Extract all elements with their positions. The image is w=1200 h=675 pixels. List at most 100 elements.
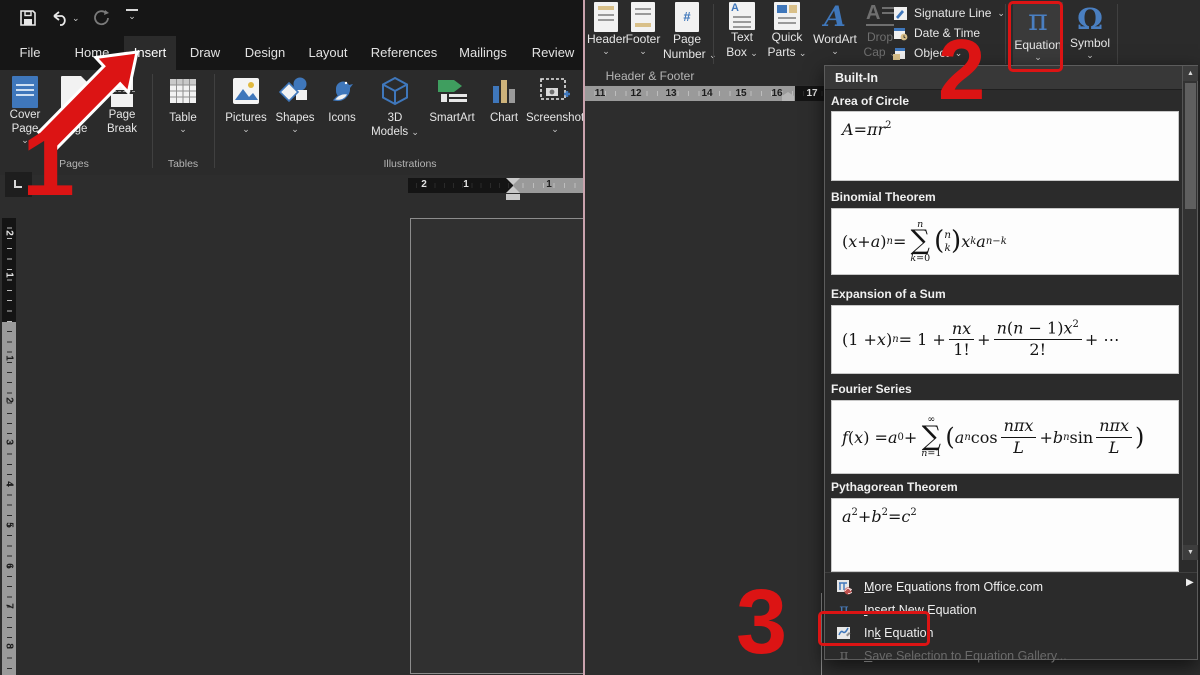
gallery-item-name: Expansion of a Sum <box>831 287 946 301</box>
tables-group-label: Tables <box>155 158 211 170</box>
smartart-icon <box>435 76 469 106</box>
illustrations-group-label: Illustrations <box>360 158 460 170</box>
step2-number: 2 <box>938 28 985 113</box>
quick-parts-button[interactable]: Quick Parts ⌄ <box>765 2 809 60</box>
customize-quick-access-icon[interactable]: ⌄ <box>126 9 138 22</box>
tab-references[interactable]: References <box>364 36 444 70</box>
tab-draw[interactable]: Draw <box>182 36 228 70</box>
pictures-icon <box>230 76 262 106</box>
undo-chevron-down-icon[interactable]: ⌄ <box>72 14 80 22</box>
menu-item-save-selection-to-gallery: π Save Selection to Equation Gallery... <box>826 645 1184 667</box>
tab-review[interactable]: Review <box>524 36 582 70</box>
text-box-icon: A <box>729 2 755 30</box>
3d-models-icon <box>379 76 411 106</box>
chevron-down-icon: ⌄ <box>526 125 583 133</box>
step1-number: 1 <box>22 116 75 211</box>
left-indent-marker[interactable] <box>506 194 520 200</box>
scroll-down-icon[interactable]: ▼ <box>1183 545 1198 560</box>
chevron-down-icon: ⌄ <box>799 48 807 58</box>
page-number-button[interactable]: # Page Number ⌄ <box>663 2 711 62</box>
object-icon <box>893 46 908 61</box>
date-time-icon <box>893 26 908 41</box>
vertical-ruler[interactable] <box>2 322 16 675</box>
horizontal-ruler-right[interactable] <box>585 86 795 101</box>
header-icon <box>594 2 618 32</box>
undo-icon[interactable] <box>50 8 70 28</box>
chart-button[interactable]: Chart <box>482 76 526 125</box>
header-button[interactable]: Header ⌄ <box>587 2 625 55</box>
text-box-button[interactable]: A Text Box ⌄ <box>721 2 763 60</box>
step2-highlight-box <box>1008 1 1063 72</box>
step3-highlight-box <box>818 611 930 646</box>
gallery-item-name: Pythagorean Theorem <box>831 480 958 494</box>
chevron-down-icon: ⌄ <box>750 48 758 58</box>
symbol-icon: Ω <box>1067 2 1113 36</box>
chevron-down-icon: ⌄ <box>272 125 318 133</box>
chevron-down-icon: ⌄ <box>160 125 206 133</box>
chevron-down-icon: ⌄ <box>411 127 419 137</box>
symbol-button[interactable]: Ω Symbol ⌄ <box>1067 2 1113 59</box>
table-button[interactable]: Table ⌄ <box>160 76 206 133</box>
tab-mailings[interactable]: Mailings <box>450 36 516 70</box>
quick-parts-icon <box>774 2 800 30</box>
save-icon[interactable] <box>18 8 38 28</box>
signature-line-icon <box>893 6 908 21</box>
gallery-item-binomial-theorem[interactable]: (x + a)n = n∑k=0(nk) xkan−k <box>831 208 1179 275</box>
horizontal-ruler[interactable] <box>513 178 583 193</box>
chevron-down-icon: ⌄ <box>625 47 661 55</box>
office-equations-icon <box>836 579 852 595</box>
equation-dropdown-menu: Built-In Area of Circle A = πr2 Binomial… <box>824 65 1198 660</box>
left-tab-stop-icon <box>14 180 22 188</box>
dropdown-scrollbar[interactable]: ▲ ▼ <box>1182 66 1197 560</box>
horizontal-ruler-margin[interactable] <box>408 178 513 193</box>
chevron-down-icon: ⌄ <box>221 125 271 133</box>
icons-icon <box>326 76 358 106</box>
gallery-item-fourier-series[interactable]: f(x) = a0 + ∞∑n=1(an cos nπxL + bn sin n… <box>831 400 1179 474</box>
chevron-down-icon: ⌄ <box>587 47 625 55</box>
first-line-indent-marker[interactable] <box>506 178 520 185</box>
pictures-button[interactable]: Pictures ⌄ <box>221 76 271 133</box>
redo-icon <box>92 8 112 28</box>
scrollbar-thumb[interactable] <box>1185 83 1196 209</box>
submenu-arrow-icon: ▶ <box>1186 577 1194 588</box>
drop-cap-icon: A <box>866 2 894 30</box>
gallery-item-expansion-of-a-sum[interactable]: (1 + x)n = 1 + nx1! + n(n − 1)x22! + ⋯ <box>831 305 1179 374</box>
page-number-icon: # <box>675 2 699 32</box>
signature-line-button[interactable]: Signature Line ⌄ <box>893 4 1005 22</box>
footer-icon <box>631 2 655 32</box>
scroll-up-icon[interactable]: ▲ <box>1183 66 1198 81</box>
save-gallery-icon: π <box>836 648 852 664</box>
header-footer-group-label: Header & Footer <box>595 69 705 83</box>
icons-button[interactable]: Icons <box>320 76 364 125</box>
word-app-window: ⌄ ⌄ File Home Insert Draw Design Layout … <box>0 0 1200 675</box>
screenshot-button[interactable]: Screenshot ⌄ <box>526 76 583 133</box>
wordart-button[interactable]: A WordArt ⌄ <box>811 2 859 55</box>
footer-button[interactable]: Footer ⌄ <box>625 2 661 55</box>
gallery-item-pythagorean-theorem[interactable]: a2 + b2 = c2 <box>831 498 1179 572</box>
shapes-button[interactable]: Shapes ⌄ <box>272 76 318 133</box>
chevron-down-icon: ⌄ <box>997 9 1005 17</box>
chart-icon <box>489 76 519 106</box>
3d-models-button[interactable]: 3D Models ⌄ <box>368 76 422 139</box>
tab-design[interactable]: Design <box>238 36 292 70</box>
gallery-item-name: Binomial Theorem <box>831 190 936 204</box>
title-bar: ⌄ ⌄ <box>0 0 583 36</box>
gallery-item-name: Area of Circle <box>831 94 909 108</box>
wordart-icon: A <box>811 2 859 32</box>
chevron-down-icon: ⌄ <box>811 47 859 55</box>
step3-number: 3 <box>736 576 787 668</box>
screenshot-boundary-line <box>583 0 585 675</box>
tab-layout[interactable]: Layout <box>300 36 356 70</box>
horizontal-ruler-right-margin[interactable] <box>795 86 824 101</box>
vertical-ruler-margin[interactable] <box>2 218 16 322</box>
gallery-item-area-of-circle[interactable]: A = πr2 <box>831 111 1179 181</box>
menu-item-more-equations[interactable]: More Equations from Office.com <box>826 576 1184 598</box>
shapes-icon <box>279 76 311 106</box>
screenshot-icon <box>538 76 572 106</box>
document-page[interactable] <box>410 218 583 674</box>
gallery-item-name: Fourier Series <box>831 382 912 396</box>
table-icon <box>168 76 198 106</box>
smartart-button[interactable]: SmartArt <box>424 76 480 125</box>
hanging-indent-marker[interactable] <box>506 186 520 193</box>
chevron-down-icon: ⌄ <box>1067 51 1113 59</box>
